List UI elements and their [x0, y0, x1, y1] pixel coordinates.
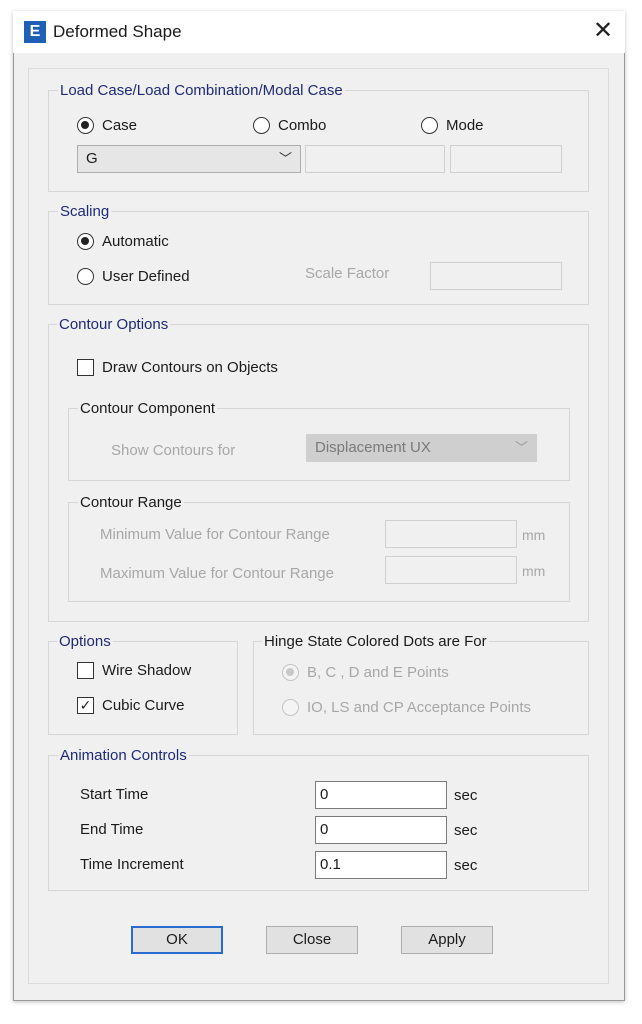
close-icon[interactable]: ✕ — [590, 18, 616, 44]
case-select[interactable]: G ﹀ — [77, 145, 301, 173]
wire-shadow-checkbox[interactable] — [77, 662, 94, 679]
user-defined-radio-label: User Defined — [102, 268, 190, 285]
mode-radio[interactable] — [421, 117, 438, 134]
chevron-down-icon: ﹀ — [514, 440, 528, 455]
close-button[interactable]: Close — [266, 926, 358, 954]
case-radio-label: Case — [102, 117, 138, 134]
app-logo-icon: E — [24, 21, 46, 43]
case-select-value: G — [86, 150, 98, 167]
wire-shadow-label: Wire Shadow — [102, 662, 192, 679]
contour-options-legend: Contour Options — [57, 316, 171, 334]
contour-component-legend: Contour Component — [78, 400, 218, 418]
max-contour-input[interactable] — [385, 556, 517, 584]
start-time-unit: sec — [454, 787, 478, 804]
start-time-label: Start Time — [80, 786, 149, 803]
automatic-radio-label: Automatic — [102, 233, 169, 250]
scale-factor-label: Scale Factor — [305, 265, 390, 282]
cubic-curve-label: Cubic Curve — [102, 697, 185, 714]
end-time-unit: sec — [454, 822, 478, 839]
end-time-label: End Time — [80, 821, 144, 838]
ok-button[interactable]: OK — [131, 926, 223, 954]
time-increment-label: Time Increment — [80, 856, 184, 873]
apply-button[interactable]: Apply — [401, 926, 493, 954]
draw-contours-label: Draw Contours on Objects — [102, 359, 278, 376]
chevron-down-icon: ﹀ — [278, 151, 292, 166]
min-contour-input[interactable] — [385, 520, 517, 548]
animation-controls-legend: Animation Controls — [58, 747, 189, 765]
show-contours-for-value: Displacement UX — [315, 439, 431, 456]
contour-range-legend: Contour Range — [78, 494, 184, 512]
scaling-group — [48, 211, 589, 305]
min-contour-label: Minimum Value for Contour Range — [100, 526, 330, 543]
options-legend: Options — [57, 633, 113, 651]
hinge-state-group — [253, 641, 589, 735]
mode-radio-label: Mode — [446, 117, 484, 134]
load-case-legend: Load Case/Load Combination/Modal Case — [58, 82, 345, 100]
show-contours-for-select[interactable]: Displacement UX ﹀ — [306, 434, 537, 462]
automatic-radio[interactable] — [77, 233, 94, 250]
acceptance-points-label: IO, LS and CP Acceptance Points — [307, 699, 532, 716]
time-increment-unit: sec — [454, 857, 478, 874]
load-case-group — [48, 90, 589, 192]
hinge-state-legend: Hinge State Colored Dots are For — [262, 633, 489, 651]
combo-select[interactable] — [305, 145, 445, 173]
dialog-title: Deformed Shape — [53, 22, 182, 41]
draw-contours-checkbox[interactable] — [77, 359, 94, 376]
end-time-input[interactable]: 0 — [315, 816, 447, 844]
time-increment-input[interactable]: 0.1 — [315, 851, 447, 879]
bcde-points-label: B, C , D and E Points — [307, 664, 449, 681]
min-contour-unit: mm — [522, 527, 546, 543]
contour-range-group — [68, 502, 570, 602]
start-time-input[interactable]: 0 — [315, 781, 447, 809]
case-radio[interactable] — [77, 117, 94, 134]
max-contour-unit: mm — [522, 563, 546, 579]
scaling-legend: Scaling — [58, 203, 112, 221]
mode-select[interactable] — [450, 145, 562, 173]
user-defined-radio[interactable] — [77, 268, 94, 285]
options-group — [48, 641, 238, 735]
combo-radio[interactable] — [253, 117, 270, 134]
acceptance-points-radio[interactable] — [282, 699, 299, 716]
scale-factor-input[interactable] — [430, 262, 562, 290]
cubic-curve-checkbox[interactable]: ✓ — [77, 697, 94, 714]
max-contour-label: Maximum Value for Contour Range — [100, 565, 334, 582]
show-contours-for-label: Show Contours for — [111, 442, 236, 459]
combo-radio-label: Combo — [278, 117, 327, 134]
bcde-points-radio[interactable] — [282, 664, 299, 681]
